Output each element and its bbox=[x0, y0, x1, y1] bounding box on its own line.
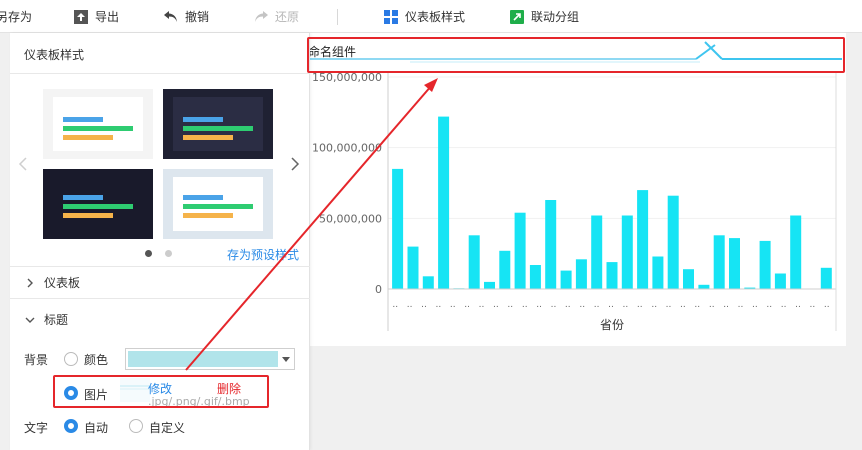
annotation-arrow bbox=[185, 78, 438, 371]
arrow-head-icon bbox=[424, 78, 438, 92]
